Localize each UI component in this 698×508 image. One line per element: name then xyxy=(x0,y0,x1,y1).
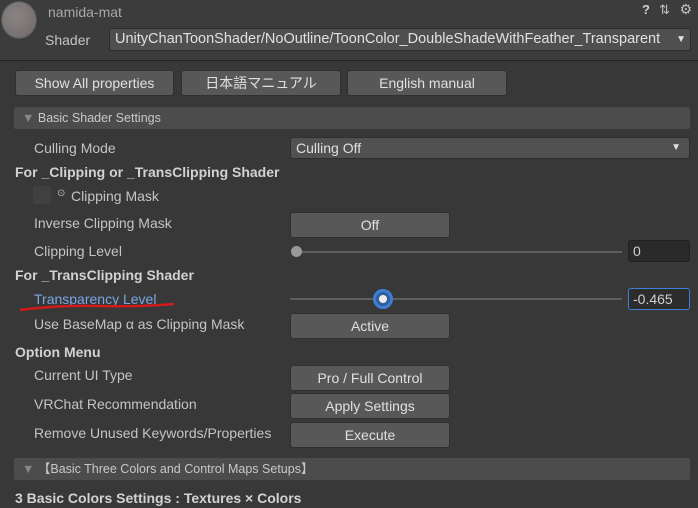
section-title: 【Basic Three Colors and Control Maps Set… xyxy=(37,462,314,476)
inverse-clipping-mask-label: Inverse Clipping Mask xyxy=(34,215,172,231)
texture-picker-icon[interactable]: ⊙ xyxy=(57,188,65,199)
transparency-level-slider[interactable] xyxy=(290,298,622,300)
option-menu-header: Option Menu xyxy=(15,344,101,360)
english-manual-button[interactable]: English manual xyxy=(347,70,507,96)
clipping-level-slider[interactable] xyxy=(296,251,622,253)
vrchat-label: VRChat Recommendation xyxy=(34,396,197,412)
foldout-arrow-icon: ▼ xyxy=(22,462,38,476)
culling-mode-label: Culling Mode xyxy=(34,140,116,156)
transparency-level-thumb[interactable] xyxy=(373,289,393,309)
material-header: namida-mat ? ⇅ ⚙ Shader UnityChanToonSha… xyxy=(0,0,698,61)
basic-shader-settings-foldout[interactable]: ▼ Basic Shader Settings xyxy=(14,107,690,129)
chevron-down-icon: ▼ xyxy=(671,142,681,153)
execute-button[interactable]: Execute xyxy=(290,422,450,448)
show-all-properties-button[interactable]: Show All properties xyxy=(15,70,174,96)
clipping-level-label: Clipping Level xyxy=(34,243,122,259)
japanese-manual-button[interactable]: 日本語マニュアル xyxy=(181,70,341,96)
culling-mode-value: Culling Off xyxy=(296,140,362,156)
chevron-down-icon: ▼ xyxy=(676,34,686,45)
basemap-alpha-toggle[interactable]: Active xyxy=(290,313,450,339)
three-colors-foldout[interactable]: ▼ 【Basic Three Colors and Control Maps S… xyxy=(14,458,690,480)
clipping-mask-label: Clipping Mask xyxy=(71,188,159,204)
preset-icon[interactable]: ⇅ xyxy=(659,2,670,18)
shader-label: Shader xyxy=(45,32,91,48)
shader-value: UnityChanToonShader/NoOutline/ToonColor_… xyxy=(115,31,661,47)
material-preview xyxy=(1,1,37,39)
transparency-level-input[interactable]: -0.465 xyxy=(628,288,690,310)
ui-type-button[interactable]: Pro / Full Control xyxy=(290,365,450,391)
help-icon[interactable]: ? xyxy=(642,2,650,17)
foldout-arrow-icon: ▼ xyxy=(22,111,38,125)
clipping-mask-thumbnail[interactable] xyxy=(33,186,51,204)
clipping-level-thumb[interactable] xyxy=(291,246,302,257)
apply-settings-button[interactable]: Apply Settings xyxy=(290,393,450,419)
culling-mode-dropdown[interactable]: Culling Off ▼ xyxy=(290,137,690,159)
clipping-section-header: For _Clipping or _TransClipping Shader xyxy=(15,164,280,180)
transclipping-section-header: For _TransClipping Shader xyxy=(15,267,194,283)
remove-unused-label: Remove Unused Keywords/Properties xyxy=(34,425,272,441)
inverse-clipping-mask-toggle[interactable]: Off xyxy=(290,212,450,238)
material-name: namida-mat xyxy=(48,4,122,20)
ui-type-label: Current UI Type xyxy=(34,367,133,383)
clipping-level-input[interactable]: 0 xyxy=(628,240,690,262)
basemap-alpha-label: Use BaseMap α as Clipping Mask xyxy=(34,316,245,332)
colors-settings-header: 3 Basic Colors Settings : Textures × Col… xyxy=(15,490,302,506)
section-title: Basic Shader Settings xyxy=(37,111,161,125)
shader-dropdown[interactable]: UnityChanToonShader/NoOutline/ToonColor_… xyxy=(109,28,691,51)
gear-icon[interactable]: ⚙ xyxy=(679,1,692,18)
red-underline-annotation xyxy=(19,302,175,312)
